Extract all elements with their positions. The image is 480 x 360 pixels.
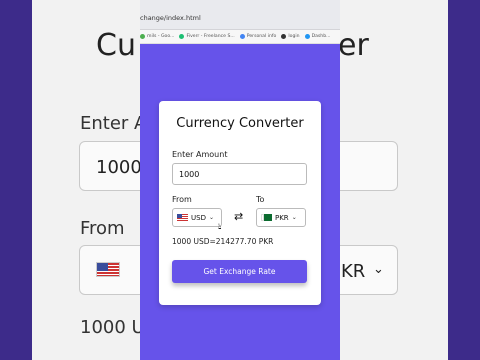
- chevron-down-icon: ⌄: [208, 214, 214, 221]
- swap-icon[interactable]: ⇄: [234, 210, 243, 223]
- bookmark-icon: [239, 34, 245, 39]
- app-viewport: change/index.html mils - Goo... Fiverr -…: [140, 0, 340, 360]
- bookmark-item[interactable]: Fiverr - Freelance S...: [179, 34, 235, 39]
- bookmark-item[interactable]: Dashb...: [304, 34, 331, 39]
- from-label: From: [172, 195, 192, 204]
- background-from-select: [79, 245, 140, 295]
- chevron-down-icon: ⌄: [291, 214, 297, 221]
- pk-flag-icon: [261, 214, 272, 221]
- chevron-down-icon: ⌄: [373, 262, 384, 277]
- bookmark-icon: [304, 34, 310, 39]
- amount-value: 1000: [179, 169, 200, 179]
- get-exchange-rate-button[interactable]: Get Exchange Rate: [172, 260, 307, 283]
- amount-label: Enter Amount: [172, 150, 228, 159]
- background-from-label: From: [80, 218, 125, 239]
- bookmark-icon: [179, 34, 185, 39]
- bookmark-icon: [281, 34, 287, 39]
- bookmarks-bar: mils - Goo... Fiverr - Freelance S... Pe…: [140, 30, 340, 44]
- to-label: To: [256, 195, 265, 204]
- background-amount-label: Enter A: [80, 113, 140, 134]
- bookmark-icon: [140, 34, 145, 39]
- exchange-result: 1000 USD=214277.70 PKR: [172, 237, 274, 246]
- background-page-left: Cu Enter A 1000 From 1000 US: [32, 0, 140, 360]
- background-to-value: KR: [341, 261, 366, 282]
- background-amount-value: 1000: [96, 157, 140, 178]
- page-title: Currency Converter: [176, 116, 304, 131]
- background-page-right: er KR ⌄: [340, 0, 448, 360]
- background-amount-input-right: [340, 141, 398, 191]
- us-flag-icon: [96, 262, 120, 277]
- us-flag-icon: [177, 214, 188, 221]
- background-amount-input: 1000: [79, 141, 140, 191]
- converter-card: Currency Converter Enter Amount 1000 Fro…: [159, 101, 321, 305]
- bookmark-item[interactable]: mils - Goo...: [140, 34, 174, 39]
- bookmark-item[interactable]: Personal info: [239, 34, 276, 39]
- to-currency-value: PKR: [275, 213, 289, 222]
- bookmark-item[interactable]: login: [281, 34, 300, 39]
- url-text[interactable]: change/index.html: [140, 14, 201, 22]
- amount-input[interactable]: 1000: [172, 163, 307, 185]
- from-currency-select[interactable]: USD ⌄: [172, 208, 222, 227]
- from-currency-value: USD: [191, 213, 206, 222]
- background-title: Cu: [96, 28, 136, 63]
- background-title-right: er: [340, 28, 369, 63]
- background-to-select: KR ⌄: [340, 245, 398, 295]
- background-result: 1000 US: [80, 317, 140, 338]
- browser-address-bar[interactable]: change/index.html: [140, 0, 340, 30]
- to-currency-select[interactable]: PKR ⌄: [256, 208, 306, 227]
- mouse-cursor-icon: 👆︎: [218, 222, 222, 231]
